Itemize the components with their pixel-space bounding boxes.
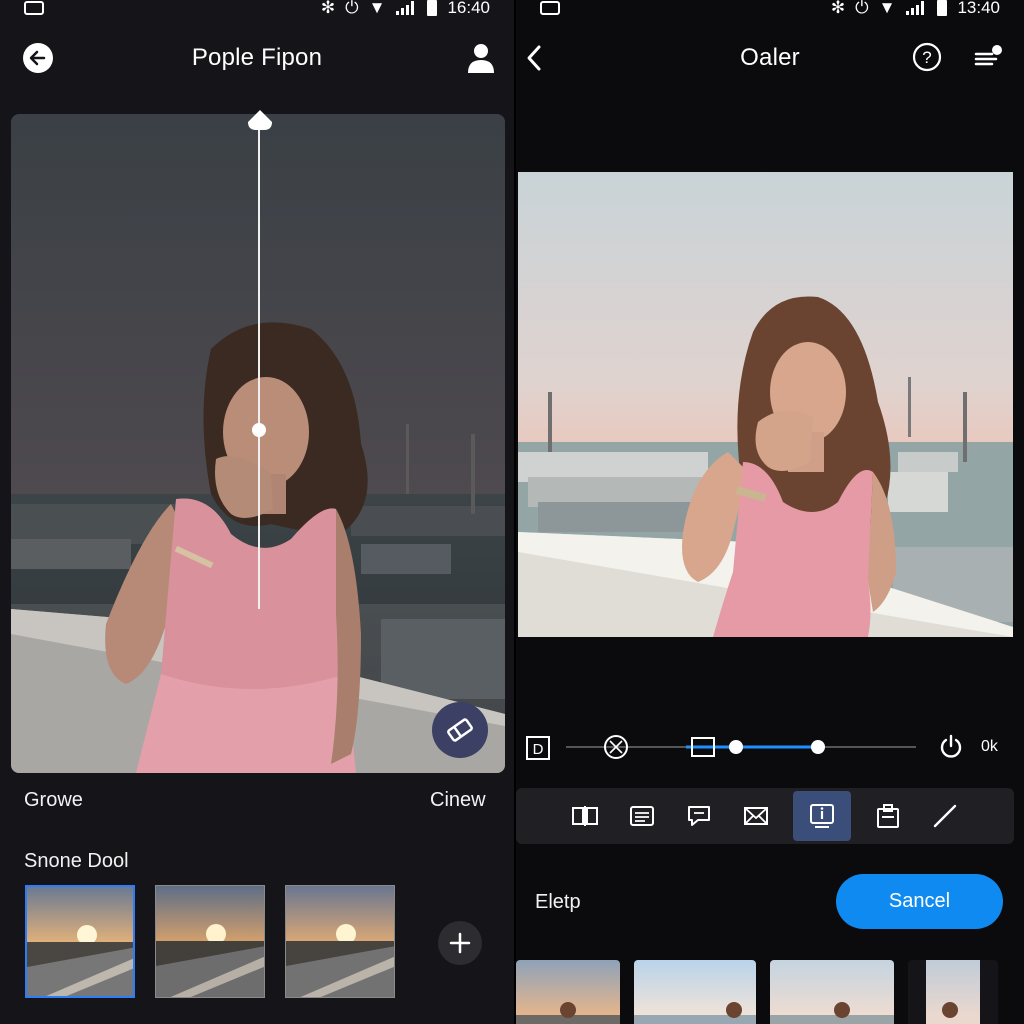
eraser-icon: [447, 718, 473, 742]
speech-bubble-icon: [688, 806, 710, 826]
preset-thumbnail[interactable]: [25, 885, 135, 998]
menu-button[interactable]: [972, 44, 1004, 70]
tool-comment[interactable]: [679, 796, 719, 836]
info-box-icon: [810, 804, 834, 828]
woman-sunset-thumb: [516, 960, 620, 1024]
status-bar: ✻ ⏻ ▼ 16:40: [0, 0, 514, 17]
battery-icon: [427, 0, 438, 16]
preset-thumbnail[interactable]: [285, 885, 395, 998]
result-thumbnail[interactable]: [634, 960, 756, 1024]
adjustment-slider[interactable]: [566, 728, 926, 768]
power-icon: ⏻: [855, 0, 869, 17]
preset-thumbnails: [25, 885, 395, 998]
power-icon: [940, 734, 962, 758]
diagonal-line-icon: [933, 804, 957, 828]
clipboard-icon: [877, 804, 899, 828]
signal-icon: [396, 1, 415, 15]
plus-icon: [449, 932, 471, 954]
result-thumbnails: [516, 960, 998, 1024]
tool-text[interactable]: [622, 796, 662, 836]
result-thumbnail[interactable]: [516, 960, 620, 1024]
keyboard-icon: [24, 1, 44, 15]
slider-end-label: 0k: [981, 738, 998, 755]
right-screen: ✻ ⏻ ▼ 13:40 Oaler ? D 0k Eletp Sancel: [516, 0, 1024, 1024]
tool-clipboard[interactable]: [868, 796, 908, 836]
top-bar: Pople Fipon: [0, 30, 514, 86]
wifi-icon: ▼: [878, 0, 896, 17]
woman-sunset-thumb: [634, 960, 756, 1024]
left-screen: ✻ ⏻ ▼ 16:40 Pople Fipon Growe Cinew Snon…: [0, 0, 514, 1024]
edited-photo[interactable]: [518, 172, 1013, 637]
edit-toolbar: [516, 788, 1014, 844]
page-title: Oaler: [740, 44, 800, 71]
compare-panels-icon: [572, 806, 598, 826]
arrow-up-handle-icon: [248, 110, 272, 130]
cancel-button[interactable]: Sancel: [836, 874, 1003, 929]
help-button[interactable]: ?: [912, 42, 942, 72]
power-toggle-button[interactable]: [938, 734, 964, 760]
d-box-icon: D: [526, 736, 550, 760]
svg-text:?: ?: [922, 48, 931, 67]
top-bar: Oaler ?: [516, 30, 1024, 86]
option-label-growe[interactable]: Growe: [24, 789, 83, 812]
status-bar: ✻ ⏻ ▼ 13:40: [516, 0, 1024, 17]
back-button[interactable]: [524, 44, 544, 72]
snowflake-icon: ✻: [320, 0, 336, 17]
sunset-pier-thumb: [286, 886, 394, 997]
profile-button[interactable]: [466, 42, 496, 74]
sunset-pier-thumb: [27, 887, 133, 996]
image-frame-icon: [744, 807, 768, 825]
status-time: 13:40: [957, 0, 1000, 17]
crop-mode-button[interactable]: D: [526, 736, 550, 760]
help-circle-icon: ?: [912, 42, 942, 72]
svg-text:D: D: [533, 741, 544, 758]
back-button[interactable]: [22, 42, 54, 74]
page-title: Pople Fipon: [191, 44, 323, 71]
battery-icon: [937, 0, 948, 16]
adjustment-row: D 0k: [516, 728, 1024, 768]
arrow-left-circle-icon: [23, 43, 53, 73]
result-thumbnail[interactable]: [770, 960, 894, 1024]
tool-line[interactable]: [925, 796, 965, 836]
compare-knob[interactable]: [252, 423, 266, 437]
menu-dot-icon: [974, 45, 1002, 66]
power-icon: ⏻: [345, 0, 359, 17]
snowflake-icon: ✻: [830, 0, 846, 17]
compare-handle[interactable]: [246, 108, 274, 137]
person-icon: [468, 44, 494, 73]
footer-label: Eletp: [535, 891, 581, 913]
woman-sunset-thumb: [908, 960, 998, 1024]
option-label-cinew[interactable]: Cinew: [430, 789, 486, 812]
keyboard-icon: [540, 1, 560, 15]
wifi-icon: ▼: [368, 0, 386, 17]
eraser-button[interactable]: [432, 702, 488, 758]
preset-thumbnail[interactable]: [155, 885, 265, 998]
add-preset-button[interactable]: [438, 921, 482, 965]
sunset-pier-thumb: [156, 886, 264, 997]
signal-icon: [906, 1, 925, 15]
woman-sunset-thumb: [770, 960, 894, 1024]
tool-info[interactable]: [793, 791, 851, 841]
chevron-left-icon: [527, 45, 541, 71]
text-lines-icon: [630, 806, 654, 826]
compare-divider[interactable]: [258, 114, 260, 609]
photo-woman-harbor-bright: [518, 172, 1013, 637]
status-time: 16:40: [447, 0, 490, 17]
result-thumbnail[interactable]: [908, 960, 998, 1024]
section-title: Snone Dool: [24, 850, 129, 872]
tool-image[interactable]: [736, 796, 776, 836]
tool-compare[interactable]: [565, 796, 605, 836]
